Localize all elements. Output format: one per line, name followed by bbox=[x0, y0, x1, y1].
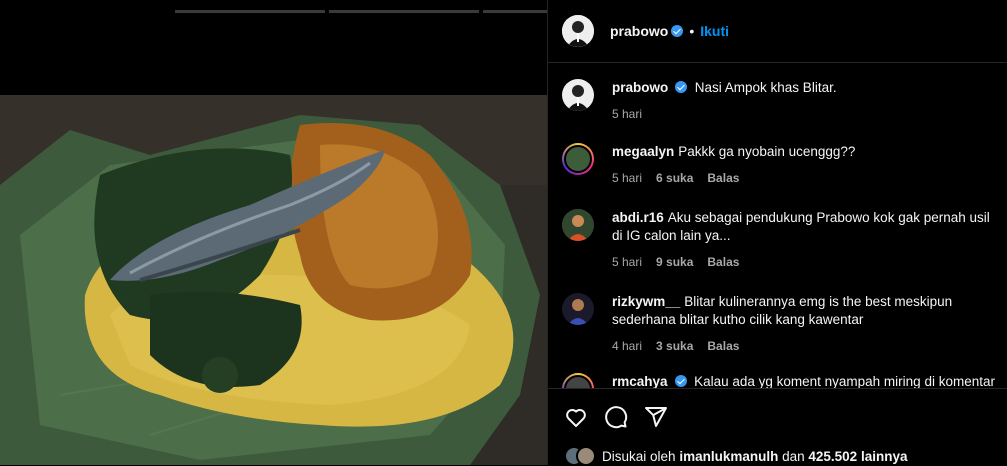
comment-time: 5 hari bbox=[612, 171, 643, 185]
comments-list[interactable]: prabowo Nasi Ampok khas Blitar. 5 hari m… bbox=[548, 63, 1007, 388]
heart-icon[interactable] bbox=[564, 405, 588, 429]
comment-username[interactable]: abdi.r16 bbox=[612, 210, 664, 225]
post-sidebar: prabowo • Ikuti prabowo Nasi Ampok khas … bbox=[547, 0, 1007, 466]
comment-item: megaalyn Pakkk ga nyobain ucenggg?? 5 har… bbox=[562, 143, 999, 187]
food-photo bbox=[0, 95, 547, 465]
comment-likes[interactable]: 3 suka bbox=[656, 339, 693, 353]
author-avatar[interactable] bbox=[562, 15, 594, 47]
comment-username[interactable]: megaalyn bbox=[612, 144, 674, 159]
comment-text: Pakkk ga nyobain ucenggg?? bbox=[678, 144, 856, 159]
post-image[interactable] bbox=[0, 95, 547, 465]
liker-username[interactable]: imanlukmanulh bbox=[679, 449, 778, 464]
reply-button[interactable]: Balas bbox=[707, 255, 739, 269]
comment-username[interactable]: rizkywm__ bbox=[612, 294, 680, 309]
comment-username[interactable]: rmcahya bbox=[612, 374, 668, 388]
comment-item: rmcahya Kalau ada yg koment nyampah miri… bbox=[562, 373, 999, 388]
commenter-avatar[interactable] bbox=[562, 293, 594, 325]
verified-badge-icon bbox=[674, 375, 687, 387]
caption-text: Nasi Ampok khas Blitar. bbox=[694, 80, 837, 95]
likes-count[interactable]: 425.502 lainnya bbox=[808, 449, 907, 464]
caption: prabowo Nasi Ampok khas Blitar. 5 hari bbox=[562, 79, 999, 123]
verified-badge-icon bbox=[671, 25, 684, 37]
verified-badge-icon bbox=[675, 81, 688, 93]
reply-button[interactable]: Balas bbox=[707, 339, 739, 353]
reply-button[interactable]: Balas bbox=[707, 171, 739, 185]
caption-username[interactable]: prabowo bbox=[612, 80, 668, 95]
post-header: prabowo • Ikuti bbox=[548, 0, 1007, 63]
follow-button[interactable]: Ikuti bbox=[700, 23, 729, 39]
comment-icon[interactable] bbox=[604, 405, 628, 429]
comment-item: rizkywm__ Blitar kulinerannya emg is the … bbox=[562, 293, 999, 355]
comment-item: abdi.r16 Aku sebagai pendukung Prabowo ko… bbox=[562, 209, 999, 271]
likes-prefix: Disukai oleh bbox=[602, 448, 676, 464]
author-username[interactable]: prabowo bbox=[610, 23, 668, 39]
media-top-bar bbox=[0, 0, 547, 95]
comment-time: 4 hari bbox=[612, 339, 643, 353]
comment-likes[interactable]: 6 suka bbox=[656, 171, 693, 185]
liker-avatar bbox=[576, 446, 596, 466]
likes-conjunction: dan bbox=[782, 448, 805, 464]
commenter-avatar[interactable] bbox=[562, 143, 594, 175]
comment-text: Aku sebagai pendukung Prabowo kok gak pe… bbox=[612, 210, 990, 243]
share-icon[interactable] bbox=[644, 405, 668, 429]
author-avatar[interactable] bbox=[562, 79, 594, 111]
comment-text: Kalau ada yg koment nyampah miring di ko… bbox=[694, 374, 995, 388]
likes-summary: Disukai oleh imanlukmanulh dan 425.502 l… bbox=[564, 446, 907, 466]
commenter-avatar[interactable] bbox=[562, 209, 594, 241]
commenter-avatar[interactable] bbox=[562, 373, 594, 388]
caption-time: 5 hari bbox=[612, 107, 643, 121]
comment-time: 5 hari bbox=[612, 255, 643, 269]
separator-dot: • bbox=[689, 23, 695, 39]
action-bar bbox=[548, 388, 1007, 446]
comment-likes[interactable]: 9 suka bbox=[656, 255, 693, 269]
